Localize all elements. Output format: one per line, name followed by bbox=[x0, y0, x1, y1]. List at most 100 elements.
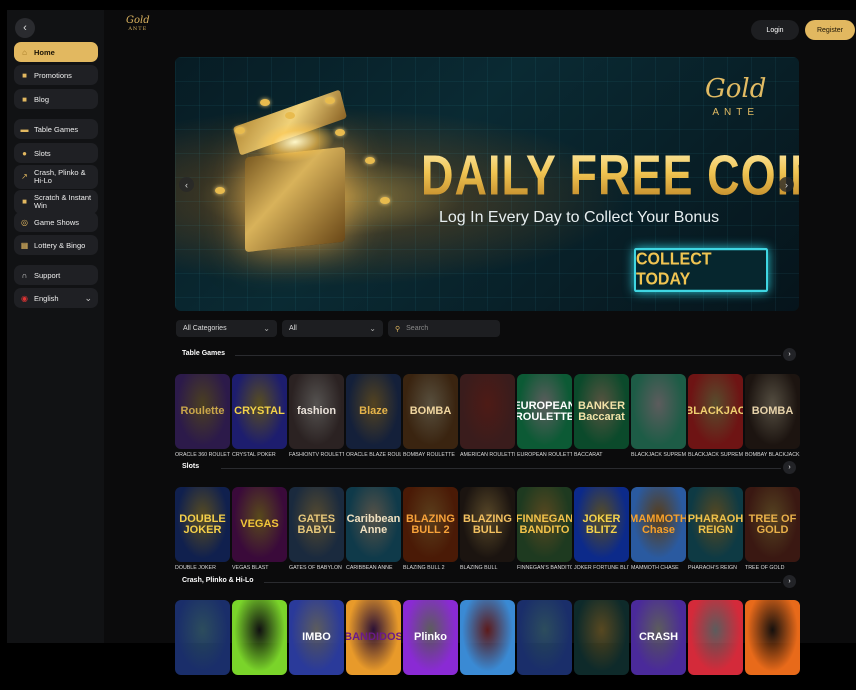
game-card-label: ORACLE 360 ROULETTE bbox=[175, 452, 230, 458]
logo[interactable]: Gold ANTE bbox=[126, 16, 150, 34]
flag-us-icon: ◉ bbox=[21, 293, 28, 303]
register-button[interactable]: Register bbox=[805, 20, 855, 40]
section-divider bbox=[221, 468, 781, 469]
search-input[interactable]: ⚲ Search bbox=[388, 320, 500, 337]
promo-banner[interactable]: Gold ANTE DAILY FREE COINS Log In Every … bbox=[175, 57, 799, 311]
chevron-right-icon[interactable]: › bbox=[783, 461, 796, 474]
game-card-label: BOMBAY ROULETTE bbox=[403, 452, 455, 458]
game-card[interactable]: PHARAOH REIGN bbox=[688, 487, 743, 562]
game-card[interactable]: DOUBLE JOKER bbox=[175, 487, 230, 562]
game-card[interactable]: EUROPEAN ROULETTE bbox=[517, 374, 572, 449]
game-thumbnail: Caribbean Anne bbox=[346, 487, 401, 562]
game-card[interactable] bbox=[745, 600, 800, 675]
game-card[interactable]: Caribbean Anne bbox=[346, 487, 401, 562]
document-icon: ■ bbox=[22, 94, 27, 104]
game-card[interactable]: Plinko bbox=[403, 600, 458, 675]
game-card-label: ORACLE BLAZE ROULETTE bbox=[346, 452, 401, 458]
coin bbox=[365, 157, 375, 164]
game-card[interactable]: MAMMOTH Chase bbox=[631, 487, 686, 562]
game-card-label: BACCARAT bbox=[574, 452, 603, 458]
login-button[interactable]: Login bbox=[751, 20, 799, 40]
sidebar-item-blog[interactable]: ■ Blog bbox=[14, 89, 98, 109]
sidebar-item-label: Home bbox=[34, 47, 55, 57]
game-card[interactable] bbox=[574, 600, 629, 675]
game-thumbnail bbox=[745, 600, 800, 675]
game-thumbnail: MAMMOTH Chase bbox=[631, 487, 686, 562]
game-card[interactable]: Blaze bbox=[346, 374, 401, 449]
game-card[interactable]: BANDIDOS bbox=[346, 600, 401, 675]
game-card[interactable]: BOMBA bbox=[745, 374, 800, 449]
game-thumbnail: FINNEGAN BANDITO bbox=[517, 487, 572, 562]
game-card-label: EUROPEAN ROULETTE bbox=[517, 452, 572, 458]
game-card[interactable]: BLACKJAC bbox=[688, 374, 743, 449]
banner-logo-main: Gold bbox=[705, 74, 767, 104]
game-card[interactable] bbox=[232, 600, 287, 675]
game-card[interactable]: GATES BABYL bbox=[289, 487, 344, 562]
sidebar-item-table-games[interactable]: ▬ Table Games bbox=[14, 119, 98, 139]
game-card[interactable]: BLAZING BULL 2 bbox=[403, 487, 458, 562]
game-thumbnail bbox=[517, 600, 572, 675]
game-card[interactable]: CRYSTAL bbox=[232, 374, 287, 449]
game-row-slots: DOUBLE JOKER DOUBLE JOKER VEGAS VEGAS BLAST… bbox=[175, 487, 800, 577]
game-thumbnail: GATES BABYL bbox=[289, 487, 344, 562]
language-select[interactable]: ◉ English ⌄ bbox=[14, 288, 98, 308]
sidebar-item-label: Lottery & Bingo bbox=[34, 240, 86, 250]
sidebar-item-promotions[interactable]: ■ Promotions bbox=[14, 65, 98, 85]
sidebar-item-label: Slots bbox=[34, 148, 51, 158]
game-thumbnail: BANKER Baccarat bbox=[574, 374, 629, 449]
sidebar-item-scratch-instant-win[interactable]: ■ Scratch & Instant Win bbox=[14, 190, 98, 214]
sidebar-item-label: Crash, Plinko & Hi-Lo bbox=[34, 168, 86, 185]
coin bbox=[235, 127, 245, 134]
chevron-left-icon[interactable]: ‹ bbox=[179, 177, 194, 192]
cards-icon: ▬ bbox=[20, 124, 29, 134]
sidebar-item-game-shows[interactable]: ◎ Game Shows bbox=[14, 212, 98, 232]
game-card[interactable] bbox=[688, 600, 743, 675]
chevron-down-icon: ⌄ bbox=[84, 292, 92, 303]
game-card-label: BLACKJACK SUPREME bbox=[688, 452, 743, 458]
game-card[interactable]: Roulette bbox=[175, 374, 230, 449]
game-thumbnail: EUROPEAN ROULETTE bbox=[517, 374, 572, 449]
game-thumbnail: TREE OF GOLD bbox=[745, 487, 800, 562]
game-card[interactable]: fashion bbox=[289, 374, 344, 449]
sidebar-item-support[interactable]: ∩ Support bbox=[14, 265, 98, 285]
game-card[interactable]: VEGAS bbox=[232, 487, 287, 562]
game-card-label: MAMMOTH CHASE bbox=[631, 565, 679, 571]
game-card-label: AMERICAN ROULETTE bbox=[460, 452, 515, 458]
sidebar-item-home[interactable]: ⌂ Home bbox=[14, 42, 98, 62]
chevron-right-icon[interactable]: › bbox=[779, 177, 794, 192]
collect-today-button[interactable]: COLLECT TODAY bbox=[634, 248, 768, 292]
section-title: Table Games bbox=[182, 350, 226, 357]
sidebar-item-lottery-bingo[interactable]: ▦ Lottery & Bingo bbox=[14, 235, 98, 255]
game-row-crash-plinko: IMBO BANDIDOS Plinko CRASH bbox=[175, 600, 800, 690]
chest-glow bbox=[255, 117, 335, 167]
chevron-left-icon[interactable]: ‹ bbox=[15, 18, 35, 38]
sidebar-item-label: Table Games bbox=[34, 124, 79, 134]
chevron-right-icon[interactable]: › bbox=[783, 575, 796, 588]
chevron-down-icon: ⌄ bbox=[369, 324, 376, 333]
game-card[interactable] bbox=[631, 374, 686, 449]
home-icon: ⌂ bbox=[22, 47, 27, 57]
game-card[interactable]: BOMBA bbox=[403, 374, 458, 449]
game-card[interactable]: TREE OF GOLD bbox=[745, 487, 800, 562]
logo-sub-text: ANTE bbox=[128, 26, 148, 32]
sidebar-item-slots[interactable]: ● Slots bbox=[14, 143, 98, 163]
game-card[interactable] bbox=[460, 374, 515, 449]
game-card[interactable]: CRASH bbox=[631, 600, 686, 675]
game-card[interactable] bbox=[517, 600, 572, 675]
game-card[interactable]: BLAZING BULL bbox=[460, 487, 515, 562]
game-thumbnail: fashion bbox=[289, 374, 344, 449]
game-card[interactable] bbox=[175, 600, 230, 675]
game-thumbnail: BOMBA bbox=[745, 374, 800, 449]
game-thumbnail bbox=[460, 600, 515, 675]
lottery-icon: ▦ bbox=[20, 240, 29, 250]
provider-select[interactable]: All ⌄ bbox=[282, 320, 383, 337]
game-card[interactable] bbox=[460, 600, 515, 675]
sidebar-item-crash-plinko-hilo[interactable]: ↗ Crash, Plinko & Hi-Lo bbox=[14, 165, 98, 189]
game-card[interactable]: BANKER Baccarat bbox=[574, 374, 629, 449]
chevron-right-icon[interactable]: › bbox=[783, 348, 796, 361]
category-select[interactable]: All Categories ⌄ bbox=[176, 320, 277, 337]
game-card[interactable]: FINNEGAN BANDITO bbox=[517, 487, 572, 562]
game-card[interactable]: JOKER BLITZ bbox=[574, 487, 629, 562]
game-card-label: DOUBLE JOKER bbox=[175, 565, 216, 571]
game-card[interactable]: IMBO bbox=[289, 600, 344, 675]
